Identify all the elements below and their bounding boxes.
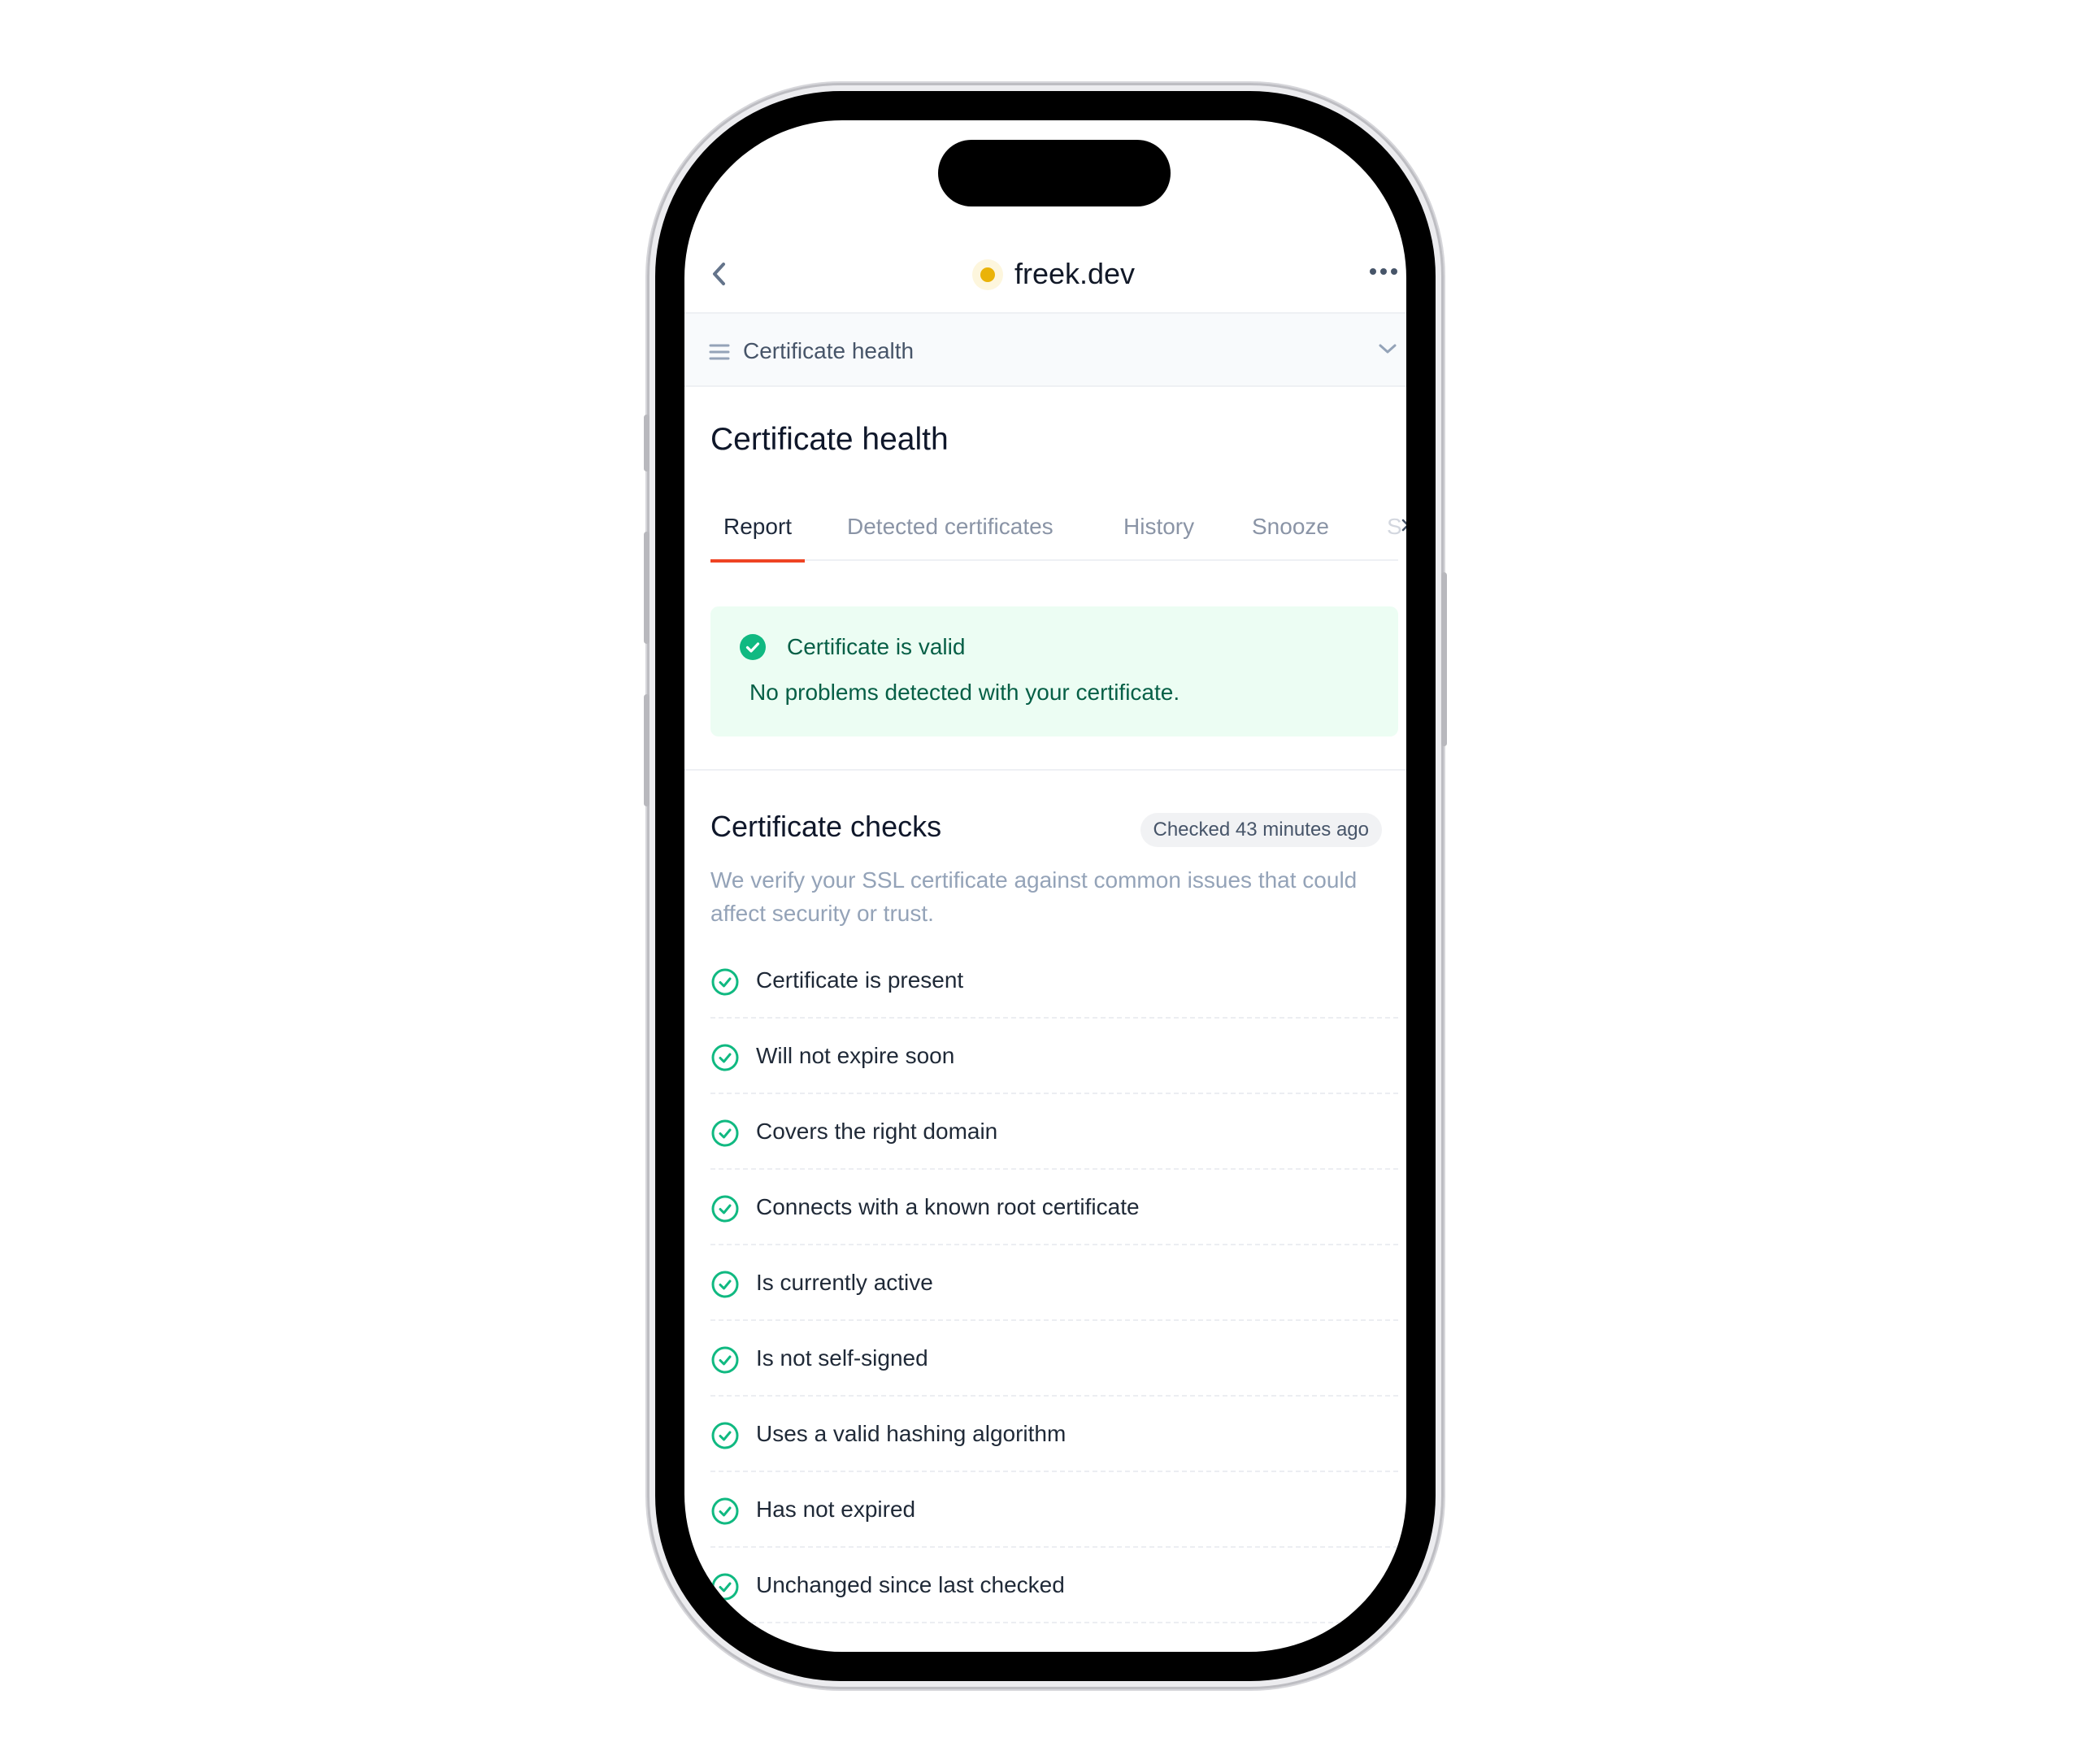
check-item: Connects with a known root certificate	[710, 1170, 1398, 1245]
app-header: freek.dev	[684, 242, 1406, 306]
check-item-label: Has not expired	[756, 1497, 916, 1522]
section-selector-label: Certificate health	[743, 338, 915, 363]
check-list: Certificate is present Will not expire s…	[710, 943, 1398, 1623]
check-item: Has not expired	[710, 1472, 1398, 1548]
check-circle-icon	[740, 634, 766, 660]
check-item-label: Is currently active	[756, 1270, 933, 1295]
check-circle-outline-icon	[711, 968, 739, 996]
last-checked-badge: Checked 43 minutes ago	[1140, 813, 1382, 847]
check-item: Is currently active	[710, 1245, 1398, 1321]
check-item-label: Connects with a known root certificate	[756, 1194, 1140, 1219]
check-circle-outline-icon	[711, 1346, 739, 1374]
check-item-label: Unchanged since last checked	[756, 1572, 1065, 1597]
site-title: freek.dev	[684, 254, 1406, 294]
tab-history[interactable]: History	[1123, 502, 1194, 561]
check-circle-outline-icon	[711, 1271, 739, 1298]
chevron-right-icon[interactable]	[1400, 517, 1406, 533]
valid-certificate-alert: Certificate is valid No problems detecte…	[710, 606, 1398, 736]
tab-snooze[interactable]: Snooze	[1252, 502, 1329, 561]
check-circle-outline-icon	[711, 1119, 739, 1147]
side-button	[1441, 572, 1447, 746]
tab-detected-certificates[interactable]: Detected certificates	[847, 502, 1054, 561]
check-circle-outline-icon	[711, 1422, 739, 1449]
check-item-label: Will not expire soon	[756, 1043, 955, 1068]
check-item: Unchanged since last checked	[710, 1548, 1398, 1623]
check-item-label: Is not self-signed	[756, 1345, 928, 1371]
page-title: Certificate health	[710, 422, 949, 457]
screen: freek.dev Certificate health Certificate…	[684, 120, 1406, 1652]
section-divider	[684, 769, 1406, 771]
check-circle-outline-icon	[711, 1195, 739, 1223]
status-dot	[980, 267, 995, 282]
checks-description: We verify your SSL certificate against c…	[710, 867, 1358, 926]
check-circle-outline-icon	[711, 1573, 739, 1601]
tab-report[interactable]: Report	[710, 502, 806, 563]
action-button	[644, 415, 649, 471]
check-item: Is not self-signed	[710, 1321, 1398, 1397]
phone-frame: freek.dev Certificate health Certificate…	[644, 83, 1447, 1689]
tab-bar: Report Detected certificates History Sno…	[710, 502, 1402, 563]
chevron-down-icon	[1379, 344, 1397, 354]
check-item: Will not expire soon	[710, 1019, 1398, 1094]
check-circle-outline-icon	[711, 1044, 739, 1071]
volume-down-button	[644, 694, 649, 806]
checks-title: Certificate checks	[710, 810, 942, 843]
alert-description: No problems detected with your certifica…	[749, 680, 1180, 705]
site-name: freek.dev	[1014, 257, 1136, 290]
phone-bezel: freek.dev Certificate health Certificate…	[655, 91, 1436, 1681]
check-item: Uses a valid hashing algorithm	[710, 1397, 1398, 1472]
more-horizontal-icon[interactable]	[1369, 267, 1398, 276]
volume-up-button	[644, 532, 649, 644]
check-circle-outline-icon	[711, 1497, 739, 1525]
check-item-label: Certificate is present	[756, 967, 964, 993]
check-item-label: Uses a valid hashing algorithm	[756, 1421, 1067, 1446]
alert-title: Certificate is valid	[787, 634, 966, 659]
check-item-label: Covers the right domain	[756, 1119, 998, 1144]
status-indicator-icon	[971, 259, 1003, 290]
menu-icon	[709, 344, 730, 360]
section-selector[interactable]: Certificate health	[684, 312, 1406, 387]
check-item: Certificate is present	[710, 943, 1398, 1019]
check-item: Covers the right domain	[710, 1094, 1398, 1170]
dynamic-island	[938, 140, 1171, 206]
